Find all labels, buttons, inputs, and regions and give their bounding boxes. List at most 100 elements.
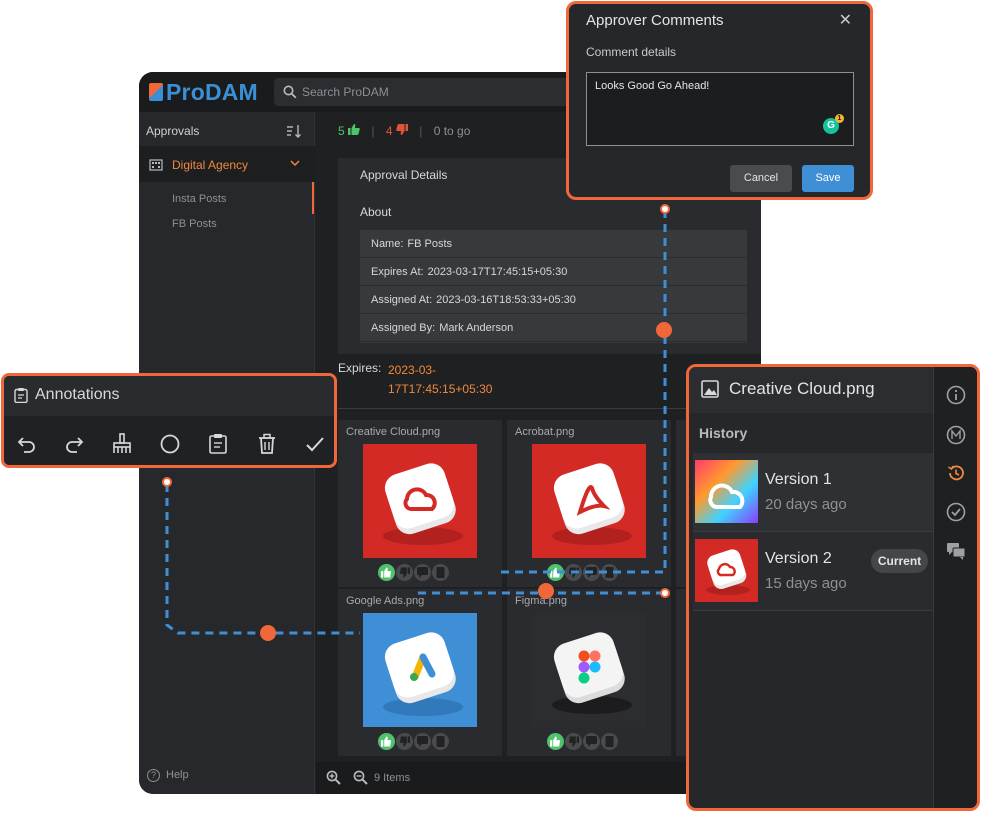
sidebar-heading: Approvals bbox=[146, 124, 200, 138]
help-icon: ? bbox=[147, 769, 160, 782]
approve-button[interactable] bbox=[547, 564, 564, 581]
thumbs-down-icon bbox=[396, 124, 408, 135]
save-button[interactable]: Save bbox=[802, 165, 854, 192]
modal-title: Approver Comments bbox=[586, 12, 724, 29]
comment-button[interactable] bbox=[414, 564, 431, 581]
note-icon[interactable] bbox=[206, 432, 230, 456]
comment-button[interactable] bbox=[414, 733, 431, 750]
comment-textarea[interactable]: Looks Good Go Ahead! bbox=[586, 72, 854, 146]
history-icon[interactable] bbox=[946, 463, 966, 483]
trash-icon[interactable] bbox=[255, 432, 279, 456]
sort-icon[interactable] bbox=[286, 124, 302, 141]
item-count: 9 Items bbox=[374, 772, 411, 784]
approve-button[interactable] bbox=[378, 733, 395, 750]
details-button[interactable] bbox=[432, 564, 449, 581]
version-name: Version 1 bbox=[765, 471, 832, 488]
agency-label: Digital Agency bbox=[172, 158, 249, 172]
stage: ProDAM Search ProDAM Approvals Digital A… bbox=[0, 0, 1000, 825]
comment-icon bbox=[586, 567, 597, 578]
asset-actions bbox=[547, 733, 619, 751]
asset-thumbnail[interactable] bbox=[363, 613, 477, 727]
asset-tile-google-ads[interactable]: Google Ads.png bbox=[338, 589, 502, 756]
zoom-in-icon[interactable] bbox=[326, 770, 341, 785]
sidebar-item-agency[interactable]: Digital Agency bbox=[139, 146, 315, 182]
close-icon[interactable]: ✕ bbox=[839, 10, 852, 30]
sidebar-item-insta-posts[interactable]: Insta Posts bbox=[172, 193, 226, 205]
reject-button[interactable] bbox=[565, 564, 582, 581]
details-button[interactable] bbox=[601, 564, 618, 581]
search-input[interactable]: Search ProDAM bbox=[274, 78, 574, 106]
brush-icon[interactable] bbox=[110, 432, 134, 456]
asset-thumbnail[interactable] bbox=[532, 613, 646, 727]
details-row: Assigned At: 2023-03-16T18:53:33+05:30 bbox=[360, 286, 747, 314]
version-item[interactable]: Version 2 15 days ago Current bbox=[693, 532, 935, 610]
help-link[interactable]: ? Help bbox=[147, 769, 189, 782]
comment-button[interactable] bbox=[583, 733, 600, 750]
approval-details-title: Approval Details bbox=[360, 168, 448, 182]
creative-cloud-logo-icon bbox=[695, 460, 758, 523]
check-icon[interactable] bbox=[303, 432, 327, 456]
history-heading: History bbox=[699, 425, 748, 441]
logo-icon bbox=[149, 83, 163, 101]
comments-icon[interactable] bbox=[946, 541, 966, 561]
details-value: 2023-03-17T17:45:15+05:30 bbox=[427, 266, 568, 278]
details-button[interactable] bbox=[601, 733, 618, 750]
reject-button[interactable] bbox=[565, 733, 582, 750]
approve-count: 5 bbox=[338, 124, 360, 138]
version-age: 15 days ago bbox=[765, 575, 847, 592]
details-row: Assigned By: Mark Anderson bbox=[360, 314, 747, 342]
asset-name: Figma.png bbox=[515, 595, 567, 607]
approval-check-icon[interactable] bbox=[946, 502, 966, 522]
image-icon bbox=[701, 380, 719, 398]
grammarly-icon[interactable]: G1 bbox=[823, 114, 844, 134]
cancel-button[interactable]: Cancel bbox=[730, 165, 792, 192]
vote-separator: | bbox=[371, 124, 375, 138]
details-row: Name: FB Posts bbox=[360, 230, 747, 258]
reject-button[interactable] bbox=[396, 564, 413, 581]
reject-count: 4 bbox=[386, 124, 408, 138]
redo-icon[interactable] bbox=[62, 432, 86, 456]
approve-button[interactable] bbox=[378, 564, 395, 581]
thumbs-down-icon bbox=[399, 736, 410, 747]
asset-tile-acrobat[interactable]: Acrobat.png bbox=[507, 420, 671, 587]
asset-tile-figma[interactable]: Figma.png bbox=[507, 589, 671, 756]
asset-tile-creative-cloud[interactable]: Creative Cloud.png bbox=[338, 420, 502, 587]
asset-actions bbox=[378, 564, 450, 582]
active-indicator bbox=[312, 182, 314, 214]
logo-text: ProDAM bbox=[166, 79, 258, 105]
circle-icon[interactable] bbox=[158, 432, 182, 456]
undo-icon[interactable] bbox=[15, 432, 39, 456]
asset-thumbnail[interactable] bbox=[532, 444, 646, 558]
info-icon[interactable] bbox=[946, 385, 966, 405]
details-table: Name: FB Posts Expires At: 2023-03-17T17:4… bbox=[360, 230, 747, 343]
details-key: Name: bbox=[371, 238, 404, 250]
asset-thumbnail[interactable] bbox=[363, 444, 477, 558]
zoom-out-icon[interactable] bbox=[353, 770, 368, 785]
thumbs-up-icon bbox=[550, 567, 561, 578]
expires-label: Expires: bbox=[338, 361, 382, 375]
approve-count-value: 5 bbox=[338, 124, 345, 138]
metadata-icon[interactable] bbox=[946, 425, 966, 445]
thumbs-down-icon bbox=[568, 567, 579, 578]
chevron-down-icon bbox=[290, 160, 300, 167]
details-key: Assigned At: bbox=[371, 294, 433, 306]
logo[interactable]: ProDAM bbox=[149, 79, 258, 106]
details-row: Expires At: 2023-03-17T17:45:15+05:30 bbox=[360, 258, 747, 286]
grammarly-badge: 1 bbox=[835, 114, 844, 123]
comment-button[interactable] bbox=[583, 564, 600, 581]
version-item[interactable]: Version 1 20 days ago bbox=[693, 453, 935, 531]
approve-button[interactable] bbox=[547, 733, 564, 750]
thumbs-down-icon bbox=[399, 567, 410, 578]
document-icon bbox=[436, 736, 445, 747]
reject-button[interactable] bbox=[396, 733, 413, 750]
creative-cloud-logo-icon bbox=[706, 549, 750, 595]
search-icon bbox=[283, 85, 297, 99]
details-button[interactable] bbox=[432, 733, 449, 750]
sidebar-item-fb-posts[interactable]: FB Posts bbox=[172, 218, 217, 230]
annotations-header: Annotations bbox=[4, 376, 334, 416]
asset-actions bbox=[378, 733, 450, 751]
reject-count-value: 4 bbox=[385, 124, 393, 138]
thumbs-up-icon bbox=[550, 736, 561, 747]
thumbs-up-icon bbox=[348, 124, 360, 135]
details-key: Assigned By: bbox=[371, 322, 436, 334]
